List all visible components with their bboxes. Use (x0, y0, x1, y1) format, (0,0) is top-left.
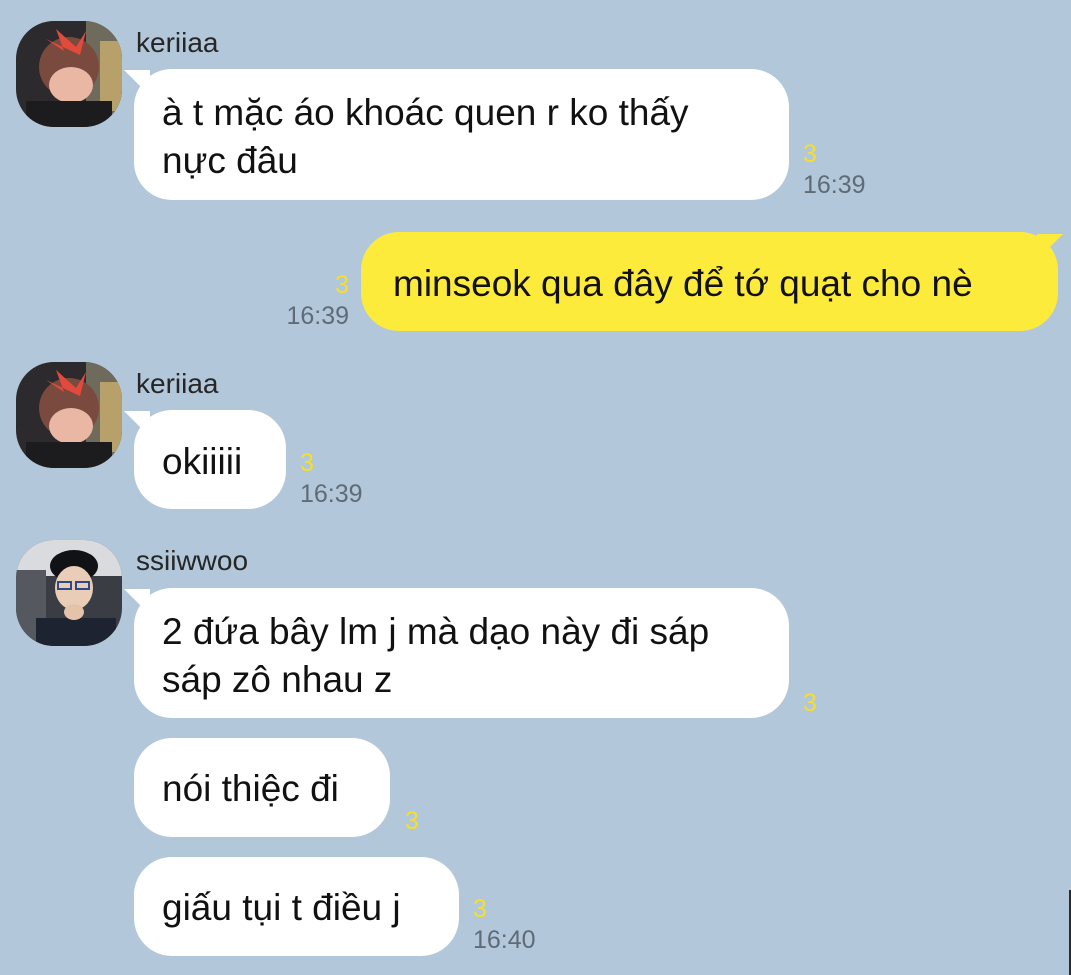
sender-name: keriiaa (136, 27, 219, 58)
message-meta: 3 16:39 (803, 142, 866, 198)
message-meta: 3 (803, 691, 817, 722)
avatar-ssiiwwoo[interactable] (16, 540, 122, 646)
message-bubble[interactable]: 2 đứa bây lm j mà dạo này đi sáp sáp zô … (134, 588, 789, 718)
avatar-ssiiwwoo-image (16, 540, 122, 646)
unread-count: 3 (473, 895, 487, 923)
message-text: okiiiii (162, 441, 243, 482)
avatar-keriiaa[interactable] (16, 21, 122, 127)
message-meta: 3 16:39 (286, 273, 349, 329)
message-bubble[interactable]: nói thiệc đi (134, 738, 390, 837)
message-text: giấu tụi t điều j (162, 887, 401, 928)
message-meta: 3 16:39 (300, 451, 363, 507)
message-bubble[interactable]: à t mặc áo khoác quen r ko thấy nực đâu (134, 69, 789, 200)
unread-count: 3 (803, 140, 817, 168)
message-time: 16:39 (803, 171, 866, 199)
unread-count: 3 (335, 271, 349, 299)
unread-count: 3 (405, 807, 419, 835)
message-time: 16:39 (300, 480, 363, 508)
avatar-keriiaa-image (16, 21, 122, 127)
sender-name: keriiaa (136, 368, 219, 399)
sender-name: ssiiwwoo (136, 545, 249, 576)
avatar-keriiaa[interactable] (16, 362, 122, 468)
message-bubble[interactable]: giấu tụi t điều j (134, 857, 459, 956)
message-text: nói thiệc đi (162, 768, 339, 809)
bubble-tail (1037, 234, 1063, 260)
message-time: 16:39 (286, 302, 349, 330)
avatar-keriiaa-image (16, 362, 122, 468)
message-bubble-mine[interactable]: minseok qua đây để tớ quạt cho nè (361, 232, 1058, 331)
message-text: 2 đứa bây lm j mà dạo này đi sáp sáp zô … (162, 611, 710, 700)
message-meta: 3 (405, 809, 419, 840)
message-time: 16:40 (473, 926, 536, 954)
message-text: minseok qua đây để tớ quạt cho nè (393, 263, 973, 304)
message-meta: 3 16:40 (473, 897, 536, 953)
unread-count: 3 (803, 689, 817, 717)
message-text: à t mặc áo khoác quen r ko thấy nực đâu (162, 92, 689, 181)
message-bubble[interactable]: okiiiii (134, 410, 286, 509)
unread-count: 3 (300, 449, 314, 477)
